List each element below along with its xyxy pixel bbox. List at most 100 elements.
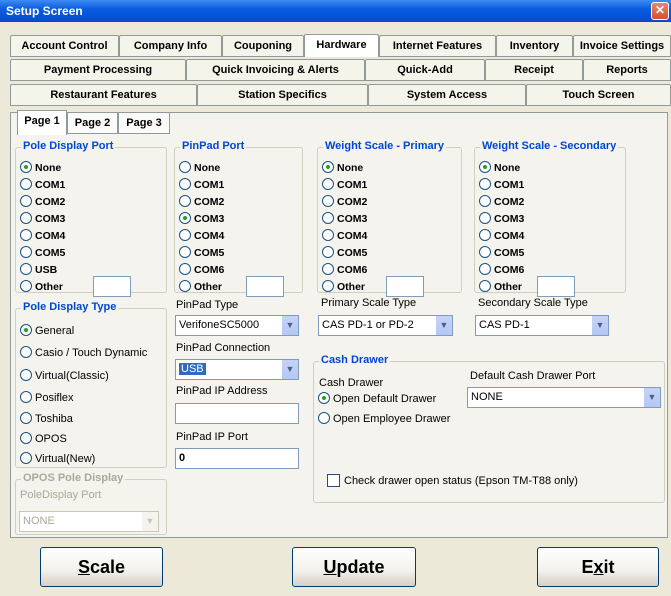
pole-port-com5-radio[interactable]: COM5 <box>20 246 65 260</box>
primary-other-radio[interactable]: Other <box>322 280 365 294</box>
radio-circle <box>20 324 32 336</box>
pole-port-com3-radio[interactable]: COM3 <box>20 212 65 226</box>
tab-quick-invoicing[interactable]: Quick Invoicing & Alerts <box>186 59 365 81</box>
close-icon[interactable]: ✕ <box>651 2 669 20</box>
radio-circle <box>322 212 334 224</box>
primary-com5-radio[interactable]: COM5 <box>322 246 367 260</box>
primary-none-radio[interactable]: None <box>322 161 363 175</box>
radio-label: COM4 <box>194 230 225 242</box>
secondary-none-radio[interactable]: None <box>479 161 520 175</box>
tab-system-access[interactable]: System Access <box>368 84 526 106</box>
pole-type-posiflex-radio[interactable]: Posiflex <box>20 391 74 405</box>
pinpad-connection-select[interactable]: USB ▼ <box>175 359 299 380</box>
update-button[interactable]: Update <box>292 547 416 587</box>
radio-label: COM3 <box>337 213 368 225</box>
pole-port-com4-radio[interactable]: COM4 <box>20 229 65 243</box>
pinpad-port-com6-radio[interactable]: COM6 <box>179 263 224 277</box>
radio-circle <box>179 246 191 258</box>
tab-payment-processing[interactable]: Payment Processing <box>10 59 186 81</box>
secondary-com5-radio[interactable]: COM5 <box>479 246 524 260</box>
pinpad-type-select[interactable]: VerifoneSC5000 ▼ <box>175 315 299 336</box>
radio-label: COM4 <box>494 230 525 242</box>
pole-port-com2-radio[interactable]: COM2 <box>20 195 65 209</box>
chevron-down-icon: ▼ <box>281 316 298 335</box>
pinpad-port-title: PinPad Port <box>180 140 247 152</box>
pole-port-com1-radio[interactable]: COM1 <box>20 178 65 192</box>
secondary-scale-type-select[interactable]: CAS PD-1 ▼ <box>475 315 609 336</box>
tab-reports[interactable]: Reports <box>583 59 671 81</box>
tab-inventory[interactable]: Inventory <box>496 35 573 57</box>
radio-label: COM2 <box>35 196 66 208</box>
primary-com1-radio[interactable]: COM1 <box>322 178 367 192</box>
chevron-down-icon: ▼ <box>141 512 158 531</box>
pole-port-usb-radio[interactable]: USB <box>20 263 57 277</box>
tab-invoice-settings[interactable]: Invoice Settings <box>573 35 671 57</box>
pinpad-port-input[interactable]: 0 <box>175 448 299 469</box>
secondary-com2-radio[interactable]: COM2 <box>479 195 524 209</box>
pinpad-port-group: PinPad Port None COM1 COM2 COM3 COM4 COM… <box>174 140 303 297</box>
secondary-com1-radio[interactable]: COM1 <box>479 178 524 192</box>
scale-button[interactable]: Scale <box>40 547 163 587</box>
tab-hardware[interactable]: Hardware <box>304 34 379 57</box>
pinpad-port-com3-radio[interactable]: COM3 <box>179 212 224 226</box>
primary-com2-radio[interactable]: COM2 <box>322 195 367 209</box>
chevron-down-icon: ▼ <box>591 316 608 335</box>
tab-receipt[interactable]: Receipt <box>485 59 583 81</box>
pole-display-port-select[interactable]: NONE ▼ <box>19 511 159 532</box>
tab-touch-screen[interactable]: Touch Screen <box>526 84 671 106</box>
radio-circle <box>179 161 191 173</box>
pole-type-casio-radio[interactable]: Casio / Touch Dynamic <box>20 346 147 360</box>
pinpad-port-com1-radio[interactable]: COM1 <box>179 178 224 192</box>
cash-drawer-group: Cash Drawer Cash Drawer Open Default Dra… <box>313 354 665 503</box>
radio-circle <box>20 280 32 292</box>
tab-page-1[interactable]: Page 1 <box>17 110 67 135</box>
open-employee-drawer-radio[interactable]: Open Employee Drawer <box>318 412 450 426</box>
primary-com6-radio[interactable]: COM6 <box>322 263 367 277</box>
tab-page-2[interactable]: Page 2 <box>67 112 118 134</box>
check-drawer-status-checkbox[interactable]: Check drawer open status (Epson TM-T88 o… <box>327 474 578 488</box>
primary-com4-radio[interactable]: COM4 <box>322 229 367 243</box>
primary-com3-radio[interactable]: COM3 <box>322 212 367 226</box>
pole-type-general-radio[interactable]: General <box>20 324 74 338</box>
secondary-com4-radio[interactable]: COM4 <box>479 229 524 243</box>
pinpad-port-none-radio[interactable]: None <box>179 161 220 175</box>
pole-type-virtual-new-radio[interactable]: Virtual(New) <box>20 452 95 466</box>
tab-internet-features[interactable]: Internet Features <box>379 35 496 57</box>
exit-button[interactable]: Exit <box>537 547 659 587</box>
pole-type-toshiba-radio[interactable]: Toshiba <box>20 412 73 426</box>
secondary-other-input[interactable] <box>537 276 575 297</box>
pinpad-port-com4-radio[interactable]: COM4 <box>179 229 224 243</box>
pole-port-other-input[interactable] <box>93 276 131 297</box>
open-default-drawer-radio[interactable]: Open Default Drawer <box>318 392 436 406</box>
tab-account-control[interactable]: Account Control <box>10 35 119 57</box>
chevron-down-icon: ▼ <box>643 388 660 407</box>
radio-label: COM1 <box>337 179 368 191</box>
pinpad-port-other-input[interactable] <box>246 276 284 297</box>
radio-circle <box>479 212 491 224</box>
pinpad-port-other-radio[interactable]: Other <box>179 280 222 294</box>
tab-station-specifics[interactable]: Station Specifics <box>197 84 368 106</box>
primary-scale-type-select[interactable]: CAS PD-1 or PD-2 ▼ <box>318 315 453 336</box>
tab-restaurant-features[interactable]: Restaurant Features <box>10 84 197 106</box>
tab-couponing[interactable]: Couponing <box>222 35 304 57</box>
tab-company-info[interactable]: Company Info <box>119 35 222 57</box>
tab-quick-add[interactable]: Quick-Add <box>365 59 485 81</box>
pole-type-virtual-classic-radio[interactable]: Virtual(Classic) <box>20 369 109 383</box>
pinpad-port-com5-radio[interactable]: COM5 <box>179 246 224 260</box>
primary-other-input[interactable] <box>386 276 424 297</box>
pole-port-none-radio[interactable]: None <box>20 161 61 175</box>
opos-pole-display-group: OPOS Pole Display PoleDisplay Port NONE … <box>15 472 167 535</box>
pinpad-ip-input[interactable] <box>175 403 299 424</box>
pinpad-port-com2-radio[interactable]: COM2 <box>179 195 224 209</box>
weight-secondary-group: Weight Scale - Secondary None COM1 COM2 … <box>474 140 626 297</box>
radio-circle <box>179 212 191 224</box>
radio-label: Casio / Touch Dynamic <box>35 347 148 359</box>
radio-circle <box>20 346 32 358</box>
pole-type-opos-radio[interactable]: OPOS <box>20 432 67 446</box>
default-drawer-port-select[interactable]: NONE ▼ <box>467 387 661 408</box>
pole-port-other-radio[interactable]: Other <box>20 280 63 294</box>
secondary-com6-radio[interactable]: COM6 <box>479 263 524 277</box>
secondary-com3-radio[interactable]: COM3 <box>479 212 524 226</box>
secondary-other-radio[interactable]: Other <box>479 280 522 294</box>
tab-page-3[interactable]: Page 3 <box>118 112 170 134</box>
